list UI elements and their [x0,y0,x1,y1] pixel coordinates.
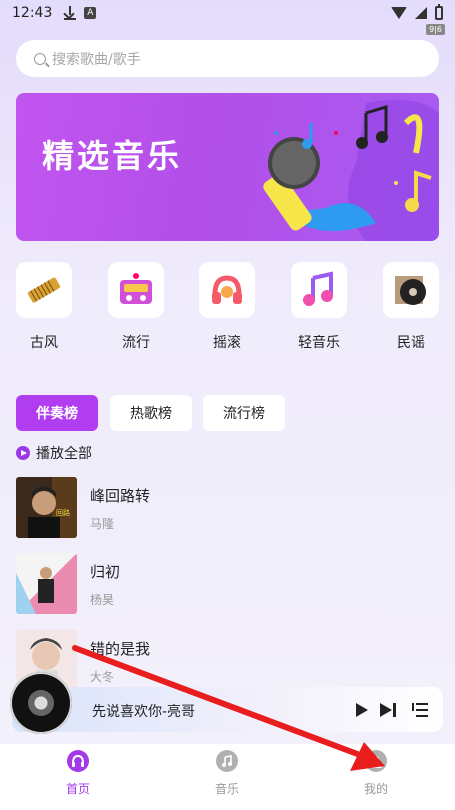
song-row[interactable]: 回路 峰回路转 马隆 [16,477,439,539]
status-bar: 12:43 A [0,0,455,26]
play-all-label: 播放全部 [36,446,92,462]
microphone-illustration [263,99,439,241]
tab-accompaniment[interactable]: 伴奏榜 [16,395,98,431]
signal-icon [415,7,427,19]
vinyl-icon [383,262,439,318]
song-row[interactable]: 错的是我 大冬 [16,630,439,692]
category-light-music[interactable]: 轻音乐 [289,262,349,352]
category-guzheng[interactable]: 古风 [14,262,74,352]
category-label: 流行 [122,335,150,351]
headphones-icon [67,750,89,772]
music-disc-icon [216,750,238,772]
bottom-nav: 首页 音乐 我的 [0,744,455,810]
song-cover [16,553,77,614]
radio-icon [108,262,164,318]
nav-mine[interactable]: 我的 [346,750,406,797]
download-icon [64,6,77,20]
nav-label: 音乐 [214,782,239,796]
song-artist: 杨昊 [90,593,115,607]
category-label: 摇滚 [213,335,241,351]
status-icons-right [391,4,443,20]
wifi-icon [391,7,407,19]
album-disc[interactable] [10,672,72,734]
status-icons-left: A [64,6,97,20]
category-folk[interactable]: 民谣 [381,262,441,352]
category-label: 古风 [30,335,58,351]
banner-title: 精选音乐 [42,137,183,175]
svg-text:回路: 回路 [56,508,70,517]
category-label: 民谣 [397,335,425,351]
search-input[interactable]: 搜索歌曲/歌手 [16,40,439,77]
tab-hot-songs[interactable]: 热歌榜 [110,395,192,431]
nav-label: 我的 [363,782,388,796]
battery-icon [435,4,443,20]
play-all-button[interactable]: 播放全部 [16,443,92,463]
category-row: 古风 流行 摇滚 轻音乐 民谣 [0,262,455,352]
song-title: 峰回路转 [90,487,151,505]
nav-home[interactable]: 首页 [48,750,108,797]
status-time: 12:43 [12,5,53,21]
song-artist: 马隆 [90,517,115,531]
guzheng-icon [16,262,72,318]
headphones-icon [199,262,255,318]
status-badge: 9|6 [426,24,445,35]
music-note-icon [291,262,347,318]
category-rock[interactable]: 摇滚 [197,262,257,352]
play-button[interactable] [356,703,368,717]
song-row[interactable]: 归初 杨昊 [16,553,439,615]
song-cover: 回路 [16,477,77,538]
featured-banner[interactable]: 精选音乐 [16,93,439,241]
notification-a-icon: A [84,7,97,19]
category-pop[interactable]: 流行 [106,262,166,352]
nav-label: 首页 [65,782,90,796]
search-icon [34,52,46,65]
nav-music[interactable]: 音乐 [197,750,257,797]
song-artist: 大冬 [90,670,115,684]
song-title: 错的是我 [90,640,151,658]
user-icon [365,750,387,772]
search-placeholder: 搜索歌曲/歌手 [52,51,141,68]
now-playing-title: 先说喜欢你-亮哥 [92,704,196,720]
mini-player[interactable] [12,687,443,732]
next-button[interactable] [380,703,398,717]
play-circle-icon [16,446,30,460]
song-title: 归初 [90,563,121,581]
tab-pop-chart[interactable]: 流行榜 [203,395,285,431]
playlist-button[interactable] [412,703,428,717]
category-label: 轻音乐 [298,335,340,351]
